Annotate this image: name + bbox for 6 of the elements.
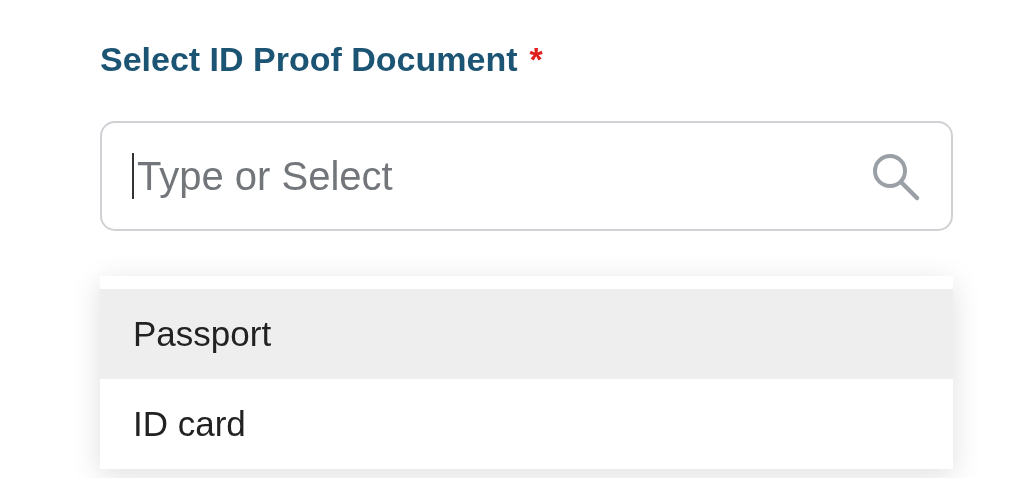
dropdown-option[interactable]: ID card	[100, 379, 953, 469]
required-mark: *	[529, 40, 543, 79]
search-field[interactable]: Type or Select	[100, 121, 953, 231]
dropdown-option[interactable]: Passport	[100, 289, 953, 379]
field-label: Select ID Proof Document	[100, 40, 518, 79]
text-cursor	[132, 153, 134, 199]
